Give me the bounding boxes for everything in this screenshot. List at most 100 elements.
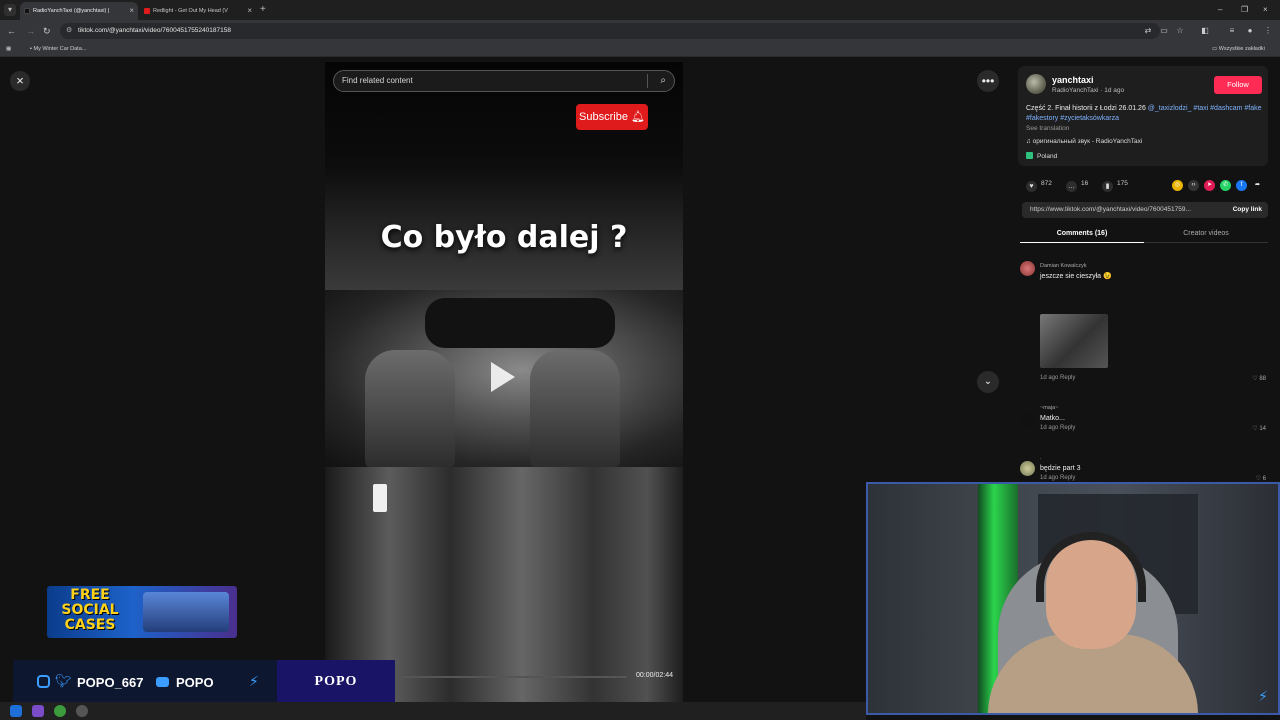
comment-like[interactable]: ♡ 88 xyxy=(1252,375,1266,382)
comment-count: 16 xyxy=(1081,180,1089,187)
comment-text: Matko... xyxy=(1040,415,1065,422)
video-progress-bar[interactable] xyxy=(395,676,627,678)
search-icon[interactable]: ⌕ xyxy=(660,71,666,91)
address-bar[interactable]: ⚙ tiktok.com/@yanchtaxi/video/7600451755… xyxy=(60,23,1160,39)
like-count: 872 xyxy=(1041,180,1052,187)
avatar[interactable] xyxy=(1020,261,1035,276)
video-player[interactable] xyxy=(325,62,683,702)
comment-icon: … xyxy=(1066,181,1077,192)
save-count: 175 xyxy=(1117,180,1128,187)
next-video-button[interactable]: ⌄ xyxy=(977,371,999,393)
stream-logo-icon: ⚡︎ xyxy=(1258,688,1268,704)
promo-crate-image xyxy=(143,592,229,632)
username[interactable]: yanchtaxi xyxy=(1052,75,1094,85)
taskbar-app-icon[interactable] xyxy=(32,705,44,717)
comment-text: będzie part 3 xyxy=(1040,465,1081,472)
comment-meta[interactable]: 1d ago Reply xyxy=(1040,425,1075,431)
save-button[interactable]: ▮ 175 xyxy=(1102,180,1128,192)
like-button[interactable]: ♥ 872 xyxy=(1026,180,1052,192)
whatsapp-icon[interactable]: ✆ xyxy=(1220,180,1231,191)
avatar[interactable] xyxy=(1026,74,1046,94)
bookmark-label: My Winter Car Data... xyxy=(33,46,87,52)
reload-icon[interactable]: ↻ xyxy=(43,24,51,38)
comment-author[interactable]: . xyxy=(1040,455,1042,461)
new-tab-button[interactable]: + xyxy=(260,3,266,17)
bookmarks-bar: ▦ ▪ My Winter Car Data... ▭ Wszystkie za… xyxy=(0,42,1280,57)
twitter-icon: 🐦︎ xyxy=(55,673,72,688)
close-window-icon[interactable]: × xyxy=(1263,3,1268,17)
bookmark-icon: ▮ xyxy=(1102,181,1113,192)
comment-like-count: 14 xyxy=(1259,426,1266,432)
share-link-field[interactable]: https://www.tiktok.com/@yanchtaxi/video/… xyxy=(1022,202,1268,218)
tab-search-button[interactable]: ▾ xyxy=(4,4,16,16)
bell-icon: 🔔︎ xyxy=(631,111,645,123)
facebook-icon[interactable]: f xyxy=(1236,180,1247,191)
sound-link[interactable]: ♫ оригинальный звук - RadioYanchTaxi xyxy=(1026,138,1142,145)
see-translation-link[interactable]: See translation xyxy=(1026,125,1069,132)
comment-button[interactable]: … 16 xyxy=(1066,180,1088,192)
heart-icon: ♥ xyxy=(1026,181,1037,192)
back-icon[interactable]: ← xyxy=(7,24,16,38)
close-tab-icon[interactable]: × xyxy=(129,2,134,20)
send-icon[interactable]: ➤ xyxy=(1204,180,1215,191)
comment-like-count: 88 xyxy=(1259,376,1266,382)
bookmark-item[interactable]: ▪ My Winter Car Data... xyxy=(30,42,86,57)
youtube-icon xyxy=(156,677,169,687)
browser-toolbar: ← → ↻ ⚙ tiktok.com/@yanchtaxi/video/7600… xyxy=(0,20,1280,42)
menu-icon[interactable]: ⋮ xyxy=(1263,25,1273,36)
avatar[interactable] xyxy=(1020,411,1035,426)
taskbar-app-icon[interactable] xyxy=(76,705,88,717)
windows-start-icon[interactable] xyxy=(10,705,22,717)
social-handle: POPO_667 xyxy=(77,675,144,690)
site-info-icon[interactable]: ⚙ xyxy=(66,23,72,39)
rearview-mirror xyxy=(425,298,615,348)
play-icon[interactable] xyxy=(491,362,515,392)
share-icon[interactable]: ➦ xyxy=(1252,180,1263,191)
cast-icon[interactable]: ▭ xyxy=(1159,25,1169,36)
more-options-button[interactable]: ••• xyxy=(977,70,999,92)
close-video-button[interactable]: × xyxy=(10,71,30,91)
avatar[interactable] xyxy=(1020,461,1035,476)
video-overlay-text: Co było dalej ? xyxy=(380,220,628,255)
chrome-icon[interactable] xyxy=(54,705,66,717)
media-icon[interactable]: ≡ xyxy=(1227,25,1237,36)
youtube-icon xyxy=(144,8,150,14)
profile-icon[interactable]: ● xyxy=(1245,25,1255,36)
translate-icon[interactable]: ⇄ xyxy=(1143,25,1153,36)
video-top-panel xyxy=(325,62,683,290)
comment-like[interactable]: ♡ 6 xyxy=(1256,475,1266,482)
dashcam-frame xyxy=(325,290,683,470)
minimize-icon[interactable]: – xyxy=(1218,3,1222,17)
divider xyxy=(647,74,648,88)
comment-meta[interactable]: 1d ago Reply xyxy=(1040,375,1075,381)
bookmark-star-icon[interactable]: ☆ xyxy=(1175,25,1185,36)
coin-icon[interactable]: ◎ xyxy=(1172,180,1183,191)
subscribe-button[interactable]: Subscribe 🔔︎ xyxy=(576,104,648,130)
maximize-icon[interactable]: ❐ xyxy=(1241,3,1248,17)
post-info-card: yanchtaxi RadioYanchTaxi · 1d ago Follow… xyxy=(1018,66,1268,166)
comment-author[interactable]: ~maja~ xyxy=(1040,405,1058,411)
apps-icon[interactable]: ▦ xyxy=(6,42,11,57)
embed-icon[interactable]: ‹› xyxy=(1188,180,1199,191)
tab-youtube[interactable]: Redlight - Get Out My Head (V × xyxy=(140,2,256,20)
extensions-icon[interactable]: ◧ xyxy=(1200,25,1210,36)
copy-link-button[interactable]: Copy link xyxy=(1233,202,1262,218)
stream-social-bar: 🐦︎ POPO_667 POPO ⚡︎ POPO xyxy=(13,660,395,704)
follow-button[interactable]: Follow xyxy=(1214,76,1262,94)
tab-tiktok[interactable]: RadioYanchTaxi (@yanchtaxi) | × xyxy=(20,2,138,20)
tab-creator-videos[interactable]: Creator videos xyxy=(1144,227,1268,243)
comment-author[interactable]: Damian Kowalczyk xyxy=(1040,263,1086,269)
tiktok-icon xyxy=(24,8,30,14)
tab-comments[interactable]: Comments (16) xyxy=(1020,227,1144,243)
comment-like[interactable]: ♡ 14 xyxy=(1252,425,1266,432)
forward-icon[interactable]: → xyxy=(26,24,35,38)
related-search-input[interactable]: Find related content ⌕ xyxy=(333,70,675,92)
brand-box: POPO xyxy=(277,660,395,704)
location-tag[interactable]: Poland xyxy=(1026,152,1057,160)
all-bookmarks[interactable]: ▭ Wszystkie zakładki xyxy=(1212,42,1265,57)
youtube-handle: POPO xyxy=(176,675,214,690)
close-tab-icon[interactable]: × xyxy=(247,2,252,20)
comment-image[interactable] xyxy=(1040,314,1108,368)
taskbar xyxy=(0,702,866,720)
comment-meta[interactable]: 1d ago Reply xyxy=(1040,475,1075,481)
